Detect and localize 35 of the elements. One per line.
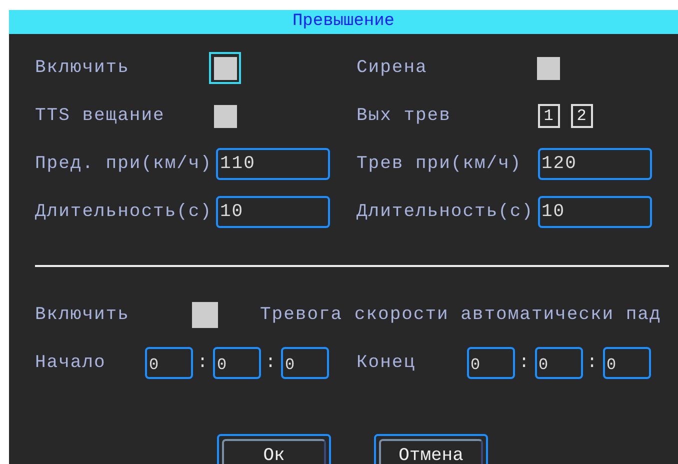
checkbox[interactable] [214,104,236,128]
time-input[interactable]: 0 [602,347,650,379]
field-label: Включить [35,304,130,326]
checkbox[interactable] [537,56,560,80]
field-label: TTS вещание [35,104,166,128]
checkbox[interactable] [214,56,236,80]
dialog-button[interactable]: Ок [217,434,331,464]
field-label: Вых трев [356,104,452,128]
colon-separator: : [196,352,210,374]
dialog-title: Превышение [9,10,678,34]
description-text: Тревога скорости автоматически пад [260,304,662,326]
colon-separator: : [264,352,278,374]
time-input[interactable]: 0 [145,347,193,379]
field-label: Начало [35,352,107,374]
colon-separator: : [518,352,532,374]
field-label: Трев при(км/ч) [356,152,523,176]
alarm-output-button[interactable]: 1 [538,104,560,128]
field-label: Включить [35,56,130,80]
text-input[interactable]: 10 [216,196,330,228]
checkbox[interactable] [192,302,218,328]
field-label: Пред. при(км/ч) [35,152,214,176]
text-input[interactable]: 120 [538,148,652,180]
time-input[interactable]: 0 [281,347,329,379]
field-label: Конец [356,352,417,374]
dialog-button[interactable]: Отмена [374,434,488,464]
text-input[interactable]: 10 [538,196,652,228]
text-input[interactable]: 110 [216,148,330,180]
field-label: Сирена [356,56,428,80]
colon-separator: : [586,352,600,374]
alarm-output-button[interactable]: 2 [570,104,592,128]
time-input[interactable]: 0 [534,347,582,379]
time-input[interactable]: 0 [466,347,514,379]
time-input[interactable]: 0 [213,347,261,379]
field-label: Длительность(с) [35,200,214,224]
field-label: Длительность(с) [356,200,535,224]
